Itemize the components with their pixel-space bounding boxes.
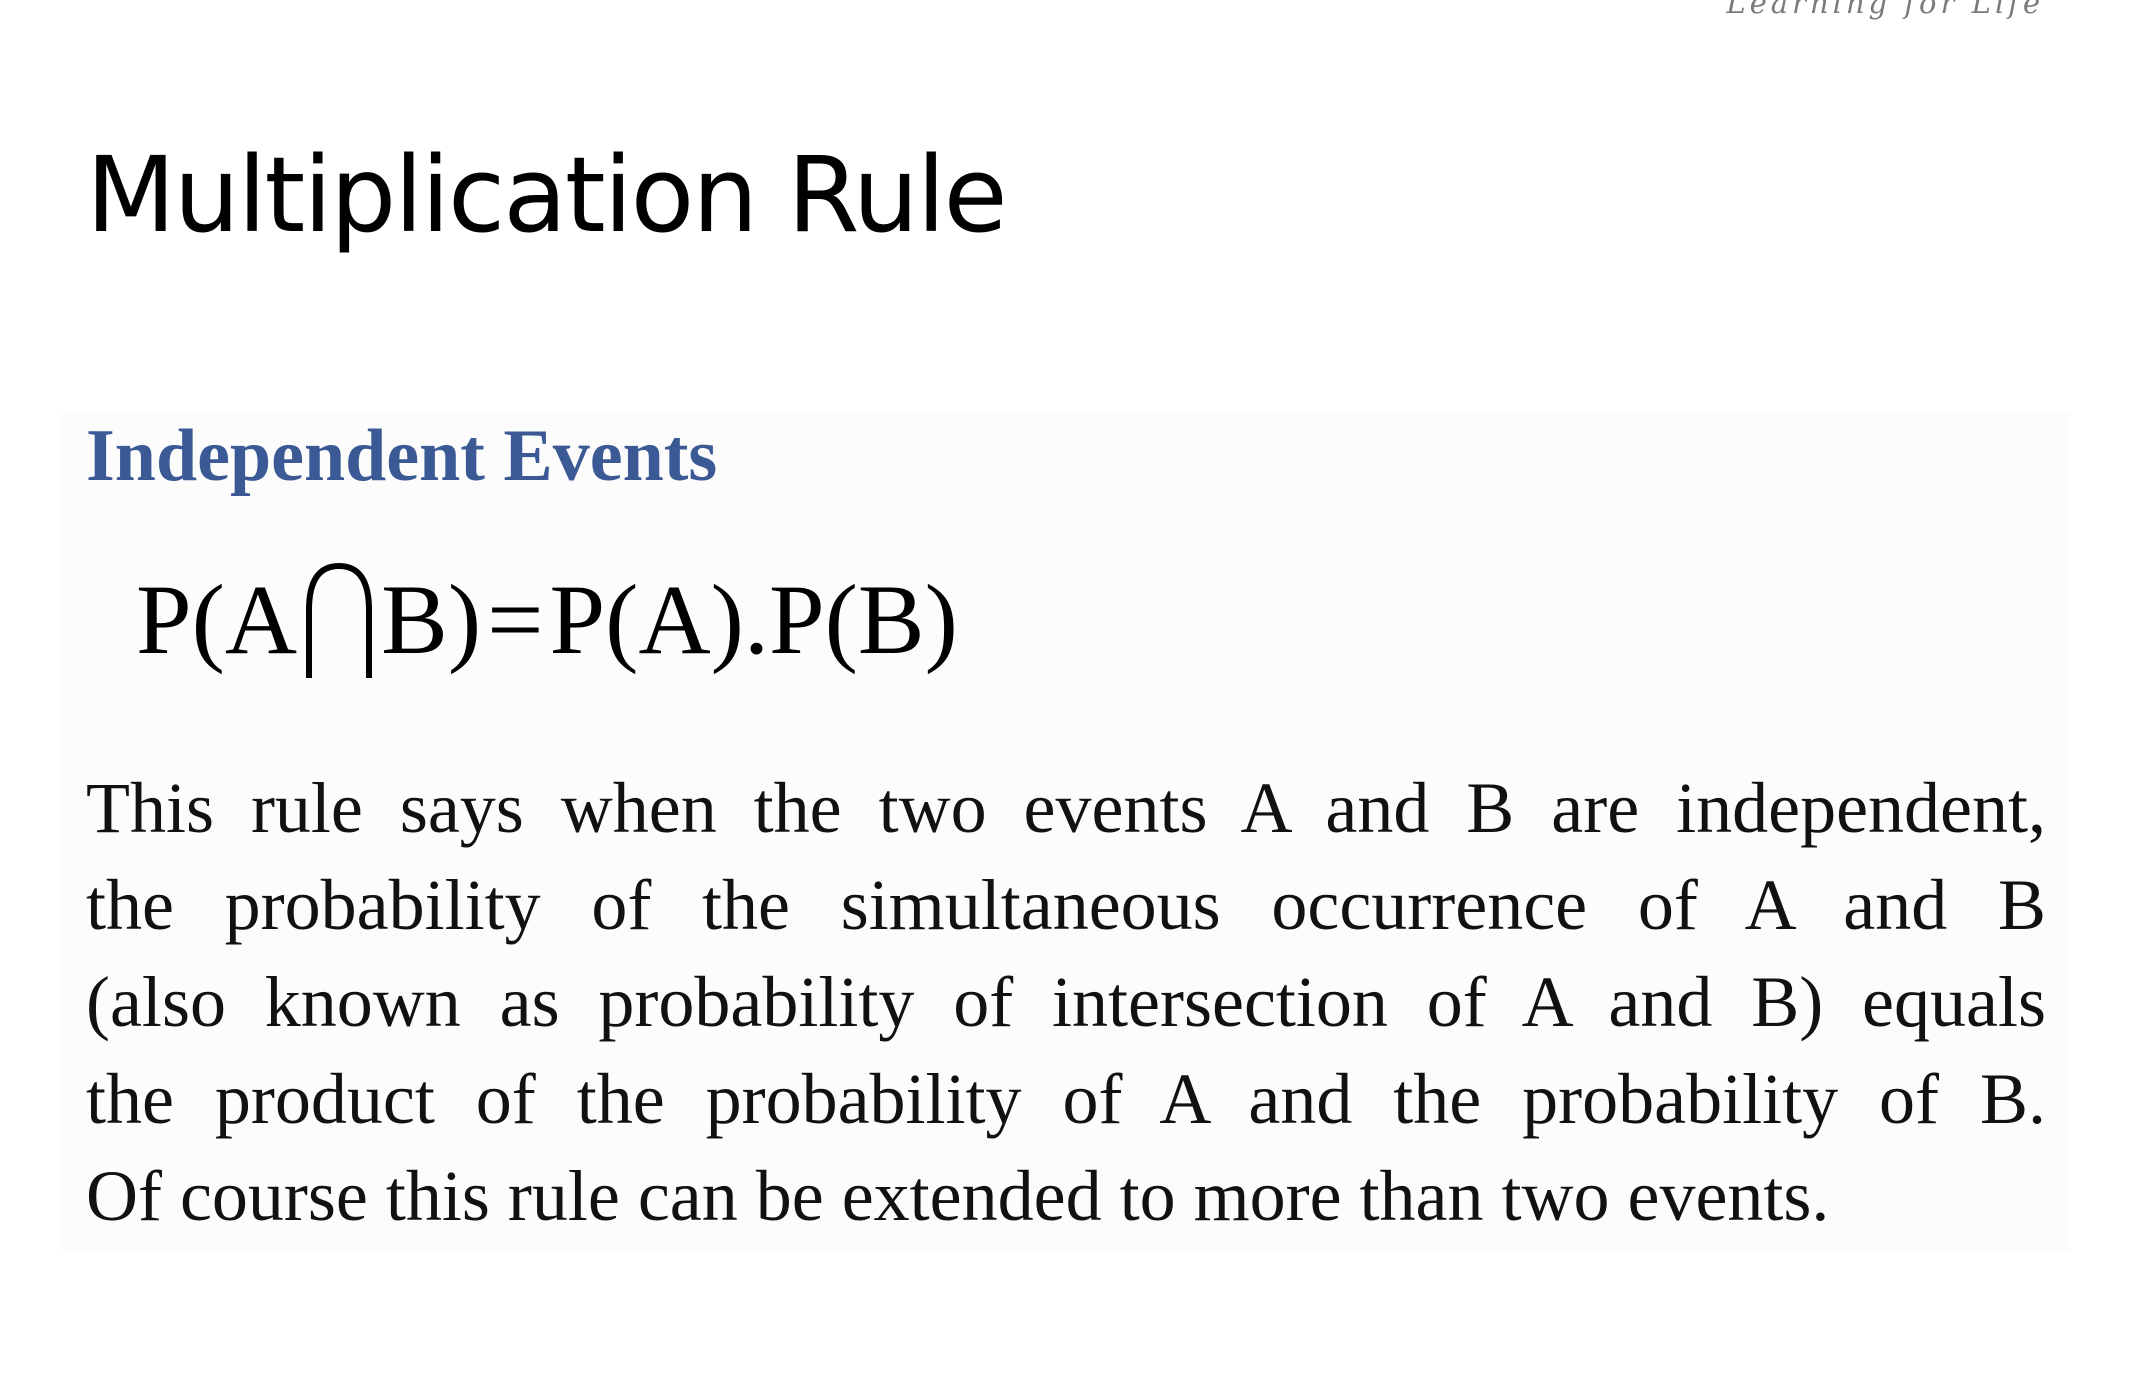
paragraph-line: the product of the probability of A and … xyxy=(86,1059,2046,1139)
paragraph-line: (also known as probability of intersecti… xyxy=(86,962,2046,1042)
paragraph-line: the probability of the simultaneous occu… xyxy=(86,865,2046,945)
section-subheading: Independent Events xyxy=(86,415,718,497)
paragraph-line: This rule says when the two events A and… xyxy=(86,768,2046,848)
formula-equals: = xyxy=(487,564,544,675)
intersection-icon xyxy=(299,560,379,680)
formula-left-start: P(A xyxy=(136,564,298,675)
slide-title: Multiplication Rule xyxy=(86,134,1008,256)
brand-tagline: Learning for Life xyxy=(1726,0,2044,20)
formula-left-end: B) xyxy=(381,564,482,675)
paragraph-line: Of course this rule can be extended to m… xyxy=(86,1156,1830,1236)
formula-right: P(A).P(B) xyxy=(549,564,958,675)
multiplication-rule-formula: P(A B) = P(A).P(B) xyxy=(136,560,958,680)
rule-explanation-paragraph: This rule says when the two events A and… xyxy=(86,760,2046,1245)
